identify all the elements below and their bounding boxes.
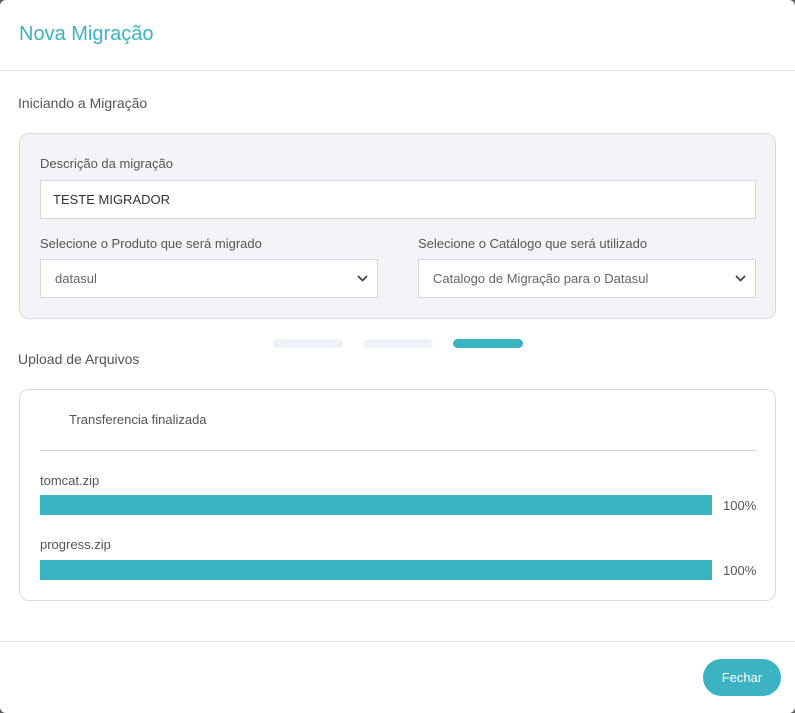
close-button[interactable]: Fechar	[703, 659, 781, 696]
step-1-indicator[interactable]	[273, 339, 343, 348]
upload-panel: Transferencia finalizada tomcat.zip 100%…	[19, 389, 776, 601]
catalog-select-value: Catalogo de Migração para o Datasul	[433, 271, 649, 286]
modal-footer: Fechar	[0, 641, 795, 713]
product-select-value: datasul	[55, 271, 97, 286]
new-migration-modal: Nova Migração Iniciando a Migração Descr…	[0, 0, 795, 713]
chevron-down-icon	[357, 275, 368, 282]
file-progress-percent: 100%	[723, 563, 757, 578]
catalog-label: Selecione o Catálogo que será utilizado	[418, 236, 648, 251]
transfer-status: Transferencia finalizada	[69, 412, 207, 427]
file-name: progress.zip	[40, 537, 111, 552]
file-progress-fill	[40, 495, 712, 515]
upload-section-title: Upload de Arquivos	[18, 351, 140, 367]
step-2-indicator[interactable]	[363, 339, 433, 348]
catalog-select[interactable]: Catalogo de Migração para o Datasul	[418, 259, 756, 298]
migration-section-title: Iniciando a Migração	[18, 95, 148, 111]
file-progress-bar	[40, 495, 712, 515]
modal-header: Nova Migração	[0, 0, 795, 71]
file-progress-fill	[40, 560, 712, 580]
divider	[40, 450, 756, 451]
description-label: Descrição da migração	[40, 156, 173, 171]
chevron-down-icon	[735, 275, 746, 282]
product-select[interactable]: datasul	[40, 259, 378, 298]
description-input[interactable]	[40, 180, 756, 219]
file-progress-percent: 100%	[723, 498, 757, 513]
file-name: tomcat.zip	[40, 473, 100, 488]
step-3-indicator[interactable]	[453, 339, 523, 348]
file-progress-bar	[40, 560, 712, 580]
modal-title: Nova Migração	[19, 23, 154, 45]
migration-form-panel: Descrição da migração Selecione o Produt…	[19, 133, 776, 319]
product-label: Selecione o Produto que será migrado	[40, 236, 262, 251]
